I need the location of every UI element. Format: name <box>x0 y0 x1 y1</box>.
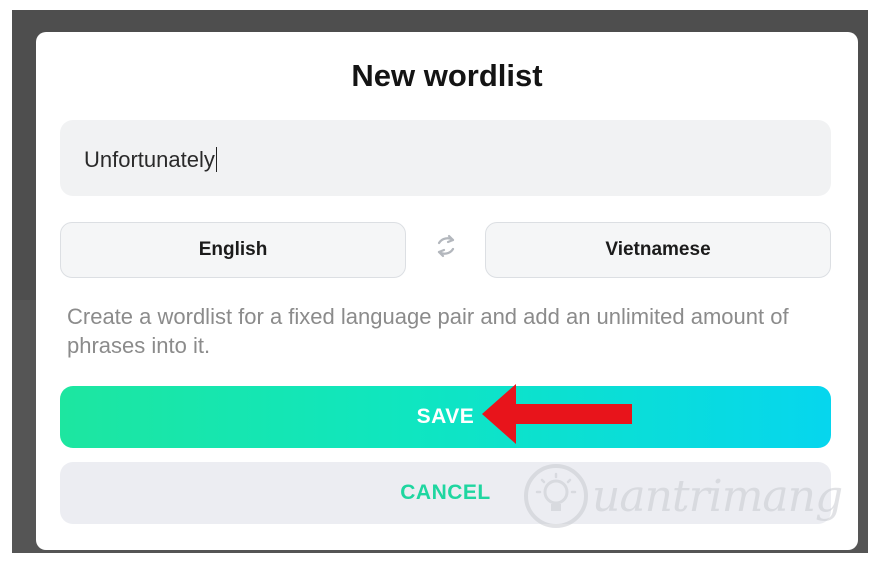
target-language-button[interactable]: Vietnamese <box>485 222 831 278</box>
red-arrow-annotation <box>482 384 632 444</box>
source-language-label: English <box>198 239 268 260</box>
lightbulb-icon <box>524 464 588 528</box>
save-button[interactable]: SAVE <box>60 386 831 448</box>
dialog-description: Create a wordlist for a fixed language p… <box>67 304 789 358</box>
source-language-button[interactable]: English <box>60 222 406 278</box>
swap-arrows-icon[interactable] <box>432 232 460 260</box>
wordlist-name-input[interactable]: Unfortunately <box>60 120 831 196</box>
target-language-label: Vietnamese <box>605 239 711 260</box>
text-caret <box>215 147 217 172</box>
watermark: uantrimang <box>522 458 862 534</box>
cancel-button-label: CANCEL <box>400 481 491 504</box>
watermark-text: uantrimang <box>592 470 843 522</box>
wordlist-name-value: Unfortunately <box>84 147 217 172</box>
dialog-title: New wordlist <box>351 58 543 93</box>
save-button-label: SAVE <box>416 405 475 428</box>
